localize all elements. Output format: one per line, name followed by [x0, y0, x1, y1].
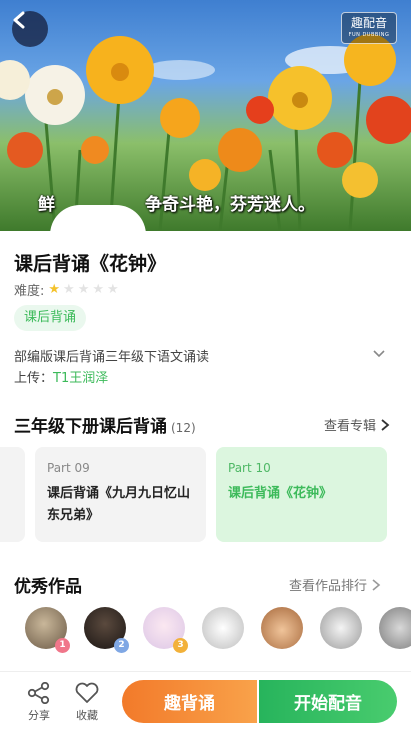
card-part-label: Part 09	[47, 461, 90, 475]
works-avatar-list: 1 2 3	[25, 607, 411, 653]
avatar[interactable]	[379, 607, 411, 649]
back-button[interactable]	[12, 11, 48, 47]
lesson-title: 课后背诵《花钟》	[14, 253, 167, 275]
album-count: (12)	[171, 421, 196, 435]
heart-icon	[75, 682, 99, 703]
view-album-link[interactable]: 查看专辑	[324, 415, 390, 434]
rank-1-badge: 1	[55, 638, 70, 653]
card-part-label: Part 10	[228, 461, 271, 475]
card-title: 课后背诵《九月九日忆山东兄弟》	[47, 486, 191, 523]
star-icon: ★	[107, 282, 119, 297]
works-title: 优秀作品	[14, 577, 82, 597]
share-button[interactable]: 分享	[19, 682, 59, 723]
expand-description-button[interactable]	[372, 346, 386, 365]
video-cover[interactable]: 趣配音 FUN DUBBING 鲜 争奇斗艳，芬芳迷人。	[0, 0, 411, 231]
star-icon: ★	[92, 282, 105, 297]
fun-recite-button[interactable]: 趣背诵	[122, 680, 257, 723]
watermark-title: 趣配音	[350, 16, 387, 30]
view-album-label: 查看专辑	[324, 419, 377, 434]
chevron-down-icon	[373, 350, 385, 358]
subtitle-left: 鲜	[38, 195, 55, 215]
chevron-left-icon	[13, 11, 25, 29]
uploader-row: 上传：T1王润泽	[14, 367, 108, 386]
chevron-right-icon	[372, 578, 381, 591]
difficulty-stars: ★ ★ ★ ★ ★	[48, 283, 118, 296]
album-title: 三年级下册课后背诵 (12)	[14, 412, 196, 437]
difficulty-label: 难度:	[14, 284, 45, 299]
view-works-ranking-link[interactable]: 查看作品排行	[289, 575, 381, 594]
avatar[interactable]: 3	[143, 607, 188, 653]
album-card-part-10[interactable]: Part 10 课后背诵《花钟》	[216, 447, 387, 542]
avatar[interactable]	[202, 607, 244, 649]
favorite-label: 收藏	[76, 709, 98, 722]
lesson-description: 部编版课后背诵三年级下语文诵读	[14, 350, 210, 365]
rank-2-badge: 2	[114, 638, 129, 653]
avatar[interactable]	[261, 607, 303, 649]
share-label: 分享	[28, 709, 50, 722]
album-card-part-09[interactable]: Part 09 课后背诵《九月九日忆山东兄弟》	[35, 447, 206, 542]
difficulty-row: 难度: ★ ★ ★ ★ ★	[14, 280, 119, 299]
avatar[interactable]	[320, 607, 362, 649]
bottom-action-bar: 分享 收藏 趣背诵 开始配音	[0, 671, 411, 732]
cover-notch	[50, 205, 146, 231]
watermark-subtitle: FUN DUBBING	[348, 32, 390, 38]
card-title: 课后背诵《花钟》	[228, 486, 333, 501]
album-title-text: 三年级下册课后背诵	[14, 417, 167, 437]
uploader-label: 上传：	[14, 371, 54, 386]
rank-3-badge: 3	[173, 638, 188, 653]
uploader-name[interactable]: T1王润泽	[53, 371, 108, 386]
view-works-label: 查看作品排行	[289, 579, 368, 594]
subtitle-right: 争奇斗艳，芬芳迷人。	[145, 195, 315, 215]
avatar[interactable]: 2	[84, 607, 129, 653]
category-tag[interactable]: 课后背诵	[14, 305, 87, 331]
chevron-right-icon	[381, 418, 390, 431]
fun-dubbing-watermark: 趣配音 FUN DUBBING	[341, 12, 397, 44]
album-card-previous[interactable]	[0, 447, 25, 542]
favorite-button[interactable]: 收藏	[67, 682, 107, 723]
star-icon: ★	[63, 282, 75, 297]
star-icon: ★	[48, 282, 61, 297]
share-icon	[27, 682, 50, 704]
avatar[interactable]: 1	[25, 607, 70, 653]
start-dubbing-button[interactable]: 开始配音	[259, 680, 397, 723]
star-icon: ★	[77, 282, 90, 297]
